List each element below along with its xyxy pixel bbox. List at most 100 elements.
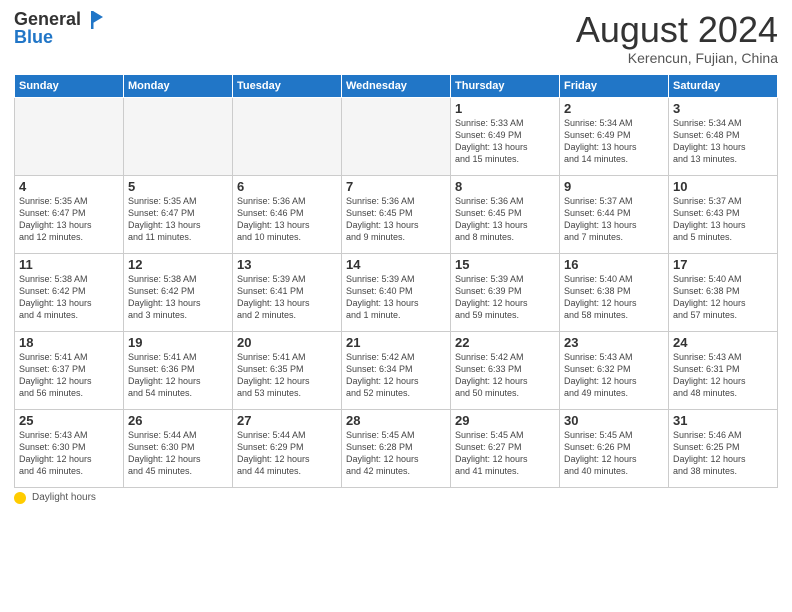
day-number: 29 bbox=[455, 413, 555, 428]
day-number: 23 bbox=[564, 335, 664, 350]
day-info: Sunrise: 5:34 AM Sunset: 6:49 PM Dayligh… bbox=[564, 117, 664, 166]
day-info: Sunrise: 5:45 AM Sunset: 6:28 PM Dayligh… bbox=[346, 429, 446, 478]
calendar-cell: 15Sunrise: 5:39 AM Sunset: 6:39 PM Dayli… bbox=[451, 253, 560, 331]
day-number: 4 bbox=[19, 179, 119, 194]
calendar-cell: 24Sunrise: 5:43 AM Sunset: 6:31 PM Dayli… bbox=[669, 331, 778, 409]
calendar-cell: 22Sunrise: 5:42 AM Sunset: 6:33 PM Dayli… bbox=[451, 331, 560, 409]
day-number: 22 bbox=[455, 335, 555, 350]
day-info: Sunrise: 5:41 AM Sunset: 6:35 PM Dayligh… bbox=[237, 351, 337, 400]
sun-icon bbox=[14, 492, 26, 504]
day-info: Sunrise: 5:43 AM Sunset: 6:30 PM Dayligh… bbox=[19, 429, 119, 478]
calendar-cell: 3Sunrise: 5:34 AM Sunset: 6:48 PM Daylig… bbox=[669, 97, 778, 175]
calendar-cell bbox=[124, 97, 233, 175]
day-info: Sunrise: 5:45 AM Sunset: 6:26 PM Dayligh… bbox=[564, 429, 664, 478]
day-info: Sunrise: 5:39 AM Sunset: 6:39 PM Dayligh… bbox=[455, 273, 555, 322]
day-number: 10 bbox=[673, 179, 773, 194]
day-info: Sunrise: 5:36 AM Sunset: 6:46 PM Dayligh… bbox=[237, 195, 337, 244]
calendar-week-row-3: 11Sunrise: 5:38 AM Sunset: 6:42 PM Dayli… bbox=[15, 253, 778, 331]
calendar-cell: 25Sunrise: 5:43 AM Sunset: 6:30 PM Dayli… bbox=[15, 409, 124, 487]
day-info: Sunrise: 5:40 AM Sunset: 6:38 PM Dayligh… bbox=[564, 273, 664, 322]
day-number: 11 bbox=[19, 257, 119, 272]
calendar-week-row-5: 25Sunrise: 5:43 AM Sunset: 6:30 PM Dayli… bbox=[15, 409, 778, 487]
calendar-cell bbox=[233, 97, 342, 175]
day-number: 8 bbox=[455, 179, 555, 194]
day-number: 9 bbox=[564, 179, 664, 194]
day-info: Sunrise: 5:37 AM Sunset: 6:44 PM Dayligh… bbox=[564, 195, 664, 244]
calendar-cell: 21Sunrise: 5:42 AM Sunset: 6:34 PM Dayli… bbox=[342, 331, 451, 409]
calendar-week-row-4: 18Sunrise: 5:41 AM Sunset: 6:37 PM Dayli… bbox=[15, 331, 778, 409]
footer-legend: Daylight hours bbox=[14, 492, 778, 504]
calendar-cell: 11Sunrise: 5:38 AM Sunset: 6:42 PM Dayli… bbox=[15, 253, 124, 331]
calendar-cell: 27Sunrise: 5:44 AM Sunset: 6:29 PM Dayli… bbox=[233, 409, 342, 487]
calendar-cell: 7Sunrise: 5:36 AM Sunset: 6:45 PM Daylig… bbox=[342, 175, 451, 253]
daylight-label: Daylight hours bbox=[32, 492, 96, 503]
day-number: 20 bbox=[237, 335, 337, 350]
day-number: 18 bbox=[19, 335, 119, 350]
calendar-cell: 17Sunrise: 5:40 AM Sunset: 6:38 PM Dayli… bbox=[669, 253, 778, 331]
calendar-cell: 12Sunrise: 5:38 AM Sunset: 6:42 PM Dayli… bbox=[124, 253, 233, 331]
calendar-header-friday: Friday bbox=[560, 74, 669, 97]
day-number: 6 bbox=[237, 179, 337, 194]
title-block: August 2024 Kerencun, Fujian, China bbox=[576, 10, 778, 66]
calendar-cell: 8Sunrise: 5:36 AM Sunset: 6:45 PM Daylig… bbox=[451, 175, 560, 253]
calendar-cell: 2Sunrise: 5:34 AM Sunset: 6:49 PM Daylig… bbox=[560, 97, 669, 175]
day-number: 1 bbox=[455, 101, 555, 116]
calendar-cell: 5Sunrise: 5:35 AM Sunset: 6:47 PM Daylig… bbox=[124, 175, 233, 253]
calendar-cell: 26Sunrise: 5:44 AM Sunset: 6:30 PM Dayli… bbox=[124, 409, 233, 487]
day-number: 26 bbox=[128, 413, 228, 428]
calendar-header-sunday: Sunday bbox=[15, 74, 124, 97]
calendar-cell: 13Sunrise: 5:39 AM Sunset: 6:41 PM Dayli… bbox=[233, 253, 342, 331]
calendar-cell: 28Sunrise: 5:45 AM Sunset: 6:28 PM Dayli… bbox=[342, 409, 451, 487]
day-number: 7 bbox=[346, 179, 446, 194]
day-number: 14 bbox=[346, 257, 446, 272]
day-number: 3 bbox=[673, 101, 773, 116]
day-info: Sunrise: 5:38 AM Sunset: 6:42 PM Dayligh… bbox=[19, 273, 119, 322]
page-container: General Blue August 2024 Kerencun, Fujia… bbox=[0, 0, 792, 510]
location-subtitle: Kerencun, Fujian, China bbox=[576, 50, 778, 66]
calendar-header-monday: Monday bbox=[124, 74, 233, 97]
day-info: Sunrise: 5:39 AM Sunset: 6:41 PM Dayligh… bbox=[237, 273, 337, 322]
day-info: Sunrise: 5:33 AM Sunset: 6:49 PM Dayligh… bbox=[455, 117, 555, 166]
logo: General Blue bbox=[14, 10, 103, 48]
calendar-cell: 4Sunrise: 5:35 AM Sunset: 6:47 PM Daylig… bbox=[15, 175, 124, 253]
calendar-header-row: SundayMondayTuesdayWednesdayThursdayFrid… bbox=[15, 74, 778, 97]
day-info: Sunrise: 5:36 AM Sunset: 6:45 PM Dayligh… bbox=[346, 195, 446, 244]
calendar-cell: 1Sunrise: 5:33 AM Sunset: 6:49 PM Daylig… bbox=[451, 97, 560, 175]
calendar-week-row-2: 4 Sunrise: 5:35 AM Sunset: 6:47 PM Daylig… bbox=[15, 175, 778, 253]
day-info: Sunrise: 5:43 AM Sunset: 6:31 PM Dayligh… bbox=[673, 351, 773, 400]
day-info: Sunrise: 5:40 AM Sunset: 6:38 PM Dayligh… bbox=[673, 273, 773, 322]
calendar-header-saturday: Saturday bbox=[669, 74, 778, 97]
calendar-header-wednesday: Wednesday bbox=[342, 74, 451, 97]
calendar-cell: 19Sunrise: 5:41 AM Sunset: 6:36 PM Dayli… bbox=[124, 331, 233, 409]
day-info: Sunrise: 5:39 AM Sunset: 6:40 PM Dayligh… bbox=[346, 273, 446, 322]
day-info: Sunrise: 5:46 AM Sunset: 6:25 PM Dayligh… bbox=[673, 429, 773, 478]
day-number: 16 bbox=[564, 257, 664, 272]
calendar-cell bbox=[15, 97, 124, 175]
day-info: Sunrise: 5:45 AM Sunset: 6:27 PM Dayligh… bbox=[455, 429, 555, 478]
day-number: 28 bbox=[346, 413, 446, 428]
calendar-table: SundayMondayTuesdayWednesdayThursdayFrid… bbox=[14, 74, 778, 488]
calendar-header-thursday: Thursday bbox=[451, 74, 560, 97]
day-info: Sunrise: 5:44 AM Sunset: 6:30 PM Dayligh… bbox=[128, 429, 228, 478]
calendar-header-tuesday: Tuesday bbox=[233, 74, 342, 97]
calendar-week-row-1: 1Sunrise: 5:33 AM Sunset: 6:49 PM Daylig… bbox=[15, 97, 778, 175]
day-info: Sunrise: 5:35 AM Sunset: 6:47 PM Dayligh… bbox=[128, 195, 228, 244]
day-number: 25 bbox=[19, 413, 119, 428]
day-number: 17 bbox=[673, 257, 773, 272]
day-info: Sunrise: 5:42 AM Sunset: 6:34 PM Dayligh… bbox=[346, 351, 446, 400]
day-number: 19 bbox=[128, 335, 228, 350]
logo-flag-icon bbox=[81, 10, 103, 30]
month-year-title: August 2024 bbox=[576, 10, 778, 50]
day-number: 30 bbox=[564, 413, 664, 428]
calendar-cell: 23Sunrise: 5:43 AM Sunset: 6:32 PM Dayli… bbox=[560, 331, 669, 409]
calendar-cell: 10Sunrise: 5:37 AM Sunset: 6:43 PM Dayli… bbox=[669, 175, 778, 253]
calendar-cell: 6Sunrise: 5:36 AM Sunset: 6:46 PM Daylig… bbox=[233, 175, 342, 253]
day-info: Sunrise: 5:43 AM Sunset: 6:32 PM Dayligh… bbox=[564, 351, 664, 400]
logo-blue: Blue bbox=[14, 28, 103, 48]
day-info: Sunrise: 5:34 AM Sunset: 6:48 PM Dayligh… bbox=[673, 117, 773, 166]
day-number: 21 bbox=[346, 335, 446, 350]
day-number: 5 bbox=[128, 179, 228, 194]
calendar-cell: 16Sunrise: 5:40 AM Sunset: 6:38 PM Dayli… bbox=[560, 253, 669, 331]
day-info: Sunrise: 5:44 AM Sunset: 6:29 PM Dayligh… bbox=[237, 429, 337, 478]
day-number: 2 bbox=[564, 101, 664, 116]
